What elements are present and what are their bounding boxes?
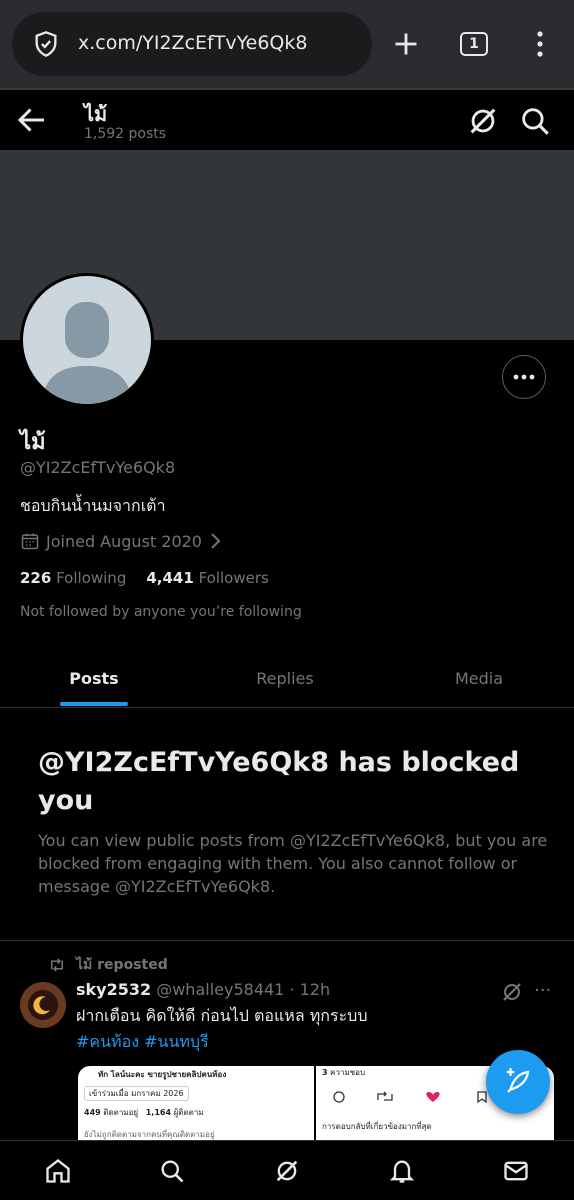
- blocked-description: You can view public posts from @YI2ZcEfT…: [38, 831, 548, 896]
- post-text: ฝากเตือน คิดให้ดี ก่อนไป ตอแหล ทุกระบบ: [76, 1006, 368, 1025]
- default-avatar-icon: [41, 302, 133, 404]
- post-author-avatar[interactable]: [20, 982, 66, 1028]
- address-bar[interactable]: x.com/YI2ZcEfTvYe6Qk8: [12, 12, 372, 76]
- search-icon[interactable]: [518, 104, 552, 138]
- media-right-likes-label: ความชอบ: [330, 1068, 366, 1077]
- tab-replies[interactable]: Replies: [190, 648, 380, 708]
- media-left-followers-label: ผู้ติดตาม: [173, 1108, 204, 1117]
- post-author-name[interactable]: sky2532: [76, 980, 151, 999]
- media-actions-icons: [333, 1091, 487, 1104]
- profile-header: ไม้ 1,592 posts: [0, 88, 574, 150]
- nav-messages[interactable]: [498, 1153, 534, 1189]
- calendar-icon: [21, 533, 39, 550]
- profile-bio: ชอบกินน้ำนมจากเต้า: [20, 496, 166, 515]
- active-tab-indicator: [60, 702, 128, 706]
- browser-menu-button[interactable]: [516, 20, 564, 68]
- media-left-following-label: ติดตามอยู่: [103, 1108, 139, 1117]
- chevron-right-icon: [211, 533, 221, 549]
- repost-indicator[interactable]: ไม้ reposted: [48, 954, 168, 976]
- grok-icon[interactable]: [500, 980, 524, 1004]
- media-left-stats: 449 ติดตามอยู่ 1,164 ผู้ติดตาม: [84, 1106, 204, 1119]
- browser-toolbar: x.com/YI2ZcEfTvYe6Qk8 1: [0, 0, 574, 88]
- tab-media[interactable]: Media: [384, 648, 574, 708]
- nav-grok[interactable]: [269, 1153, 305, 1189]
- media-left-line2: เข้าร่วมเมื่อ มกราคม 2026: [84, 1086, 189, 1101]
- compose-button[interactable]: [486, 1050, 550, 1114]
- profile-display-name: ไม้: [20, 430, 46, 455]
- tab-count: 1: [460, 32, 488, 56]
- tab-posts[interactable]: Posts: [0, 648, 188, 708]
- follow-stats: 226 Following 4,441 Followers: [20, 569, 269, 587]
- kebab-menu-icon: [537, 31, 543, 57]
- following-link[interactable]: 226 Following: [20, 569, 126, 587]
- media-right-likes: 3 ความชอบ: [322, 1066, 365, 1079]
- divider: [0, 940, 574, 941]
- header-post-count: 1,592 posts: [84, 126, 167, 142]
- followers-link[interactable]: 4,441 Followers: [146, 569, 269, 587]
- post-more-button[interactable]: ···: [534, 980, 554, 1004]
- media-right-likes-count: 3: [322, 1068, 328, 1077]
- media-left-line1: ทัก ไลน์นะคะ ขายรูปชายคลิปคนท้อง: [98, 1070, 227, 1079]
- repost-label: ไม้ reposted: [76, 957, 168, 973]
- profile-tabs: Posts Replies Media: [0, 648, 574, 708]
- bell-icon: [389, 1160, 415, 1183]
- mail-icon: [504, 1161, 528, 1181]
- avatar[interactable]: [20, 273, 154, 407]
- repost-icon: [51, 958, 63, 972]
- joined-date-row[interactable]: Joined August 2020: [20, 531, 222, 551]
- media-right-line2: การตอบกลับที่เกี่ยวข้องมากที่สุด: [322, 1122, 432, 1131]
- shield-icon[interactable]: [32, 30, 60, 58]
- compose-icon: [506, 1068, 530, 1093]
- post-header: sky2532 @whalley58441 · 12h: [76, 980, 330, 999]
- media-left-following: 449: [84, 1108, 101, 1117]
- back-arrow-icon[interactable]: [14, 102, 50, 138]
- nav-search[interactable]: [154, 1153, 190, 1189]
- moon-avatar-icon: [20, 982, 66, 1028]
- post-media[interactable]: ทัก ไลน์นะคะ ขายรูปชายคลิปคนท้อง เข้าร่ว…: [78, 1066, 554, 1140]
- tab-switcher-button[interactable]: 1: [450, 20, 498, 68]
- plus-icon: [395, 33, 417, 55]
- not-followed-note: Not followed by anyone you’re following: [20, 604, 302, 620]
- following-label: Following: [56, 569, 127, 587]
- media-image-left[interactable]: ทัก ไลน์นะคะ ขายรูปชายคลิปคนท้อง เข้าร่ว…: [78, 1066, 314, 1140]
- blocked-title: @YI2ZcEfTvYe6Qk8 has blocked you: [38, 747, 520, 816]
- nav-notifications[interactable]: [384, 1153, 420, 1189]
- profile-more-button[interactable]: [502, 355, 546, 399]
- new-tab-button[interactable]: [382, 20, 430, 68]
- media-left-followers: 1,164: [145, 1108, 172, 1117]
- followers-count: 4,441: [146, 569, 194, 587]
- post-author-meta[interactable]: @whalley58441 · 12h: [156, 980, 330, 999]
- grok-icon[interactable]: [466, 104, 500, 138]
- search-icon: [161, 1160, 184, 1183]
- home-icon: [46, 1159, 70, 1183]
- post-hashtags[interactable]: #คนท้อง #นนทบุรี: [76, 1030, 209, 1055]
- url-text[interactable]: x.com/YI2ZcEfTvYe6Qk8: [78, 32, 307, 54]
- followers-label: Followers: [198, 569, 269, 587]
- joined-date: Joined August 2020: [46, 531, 202, 551]
- grok-icon: [276, 1160, 298, 1182]
- more-dots-icon: [513, 374, 535, 380]
- bottom-navigation: [0, 1140, 574, 1200]
- media-left-line4: ยังไม่ถูกติดตามจากคนที่คุณติดตามอยู่: [84, 1130, 215, 1139]
- nav-home[interactable]: [40, 1153, 76, 1189]
- profile-handle: @YI2ZcEfTvYe6Qk8: [20, 458, 176, 477]
- following-count: 226: [20, 569, 52, 587]
